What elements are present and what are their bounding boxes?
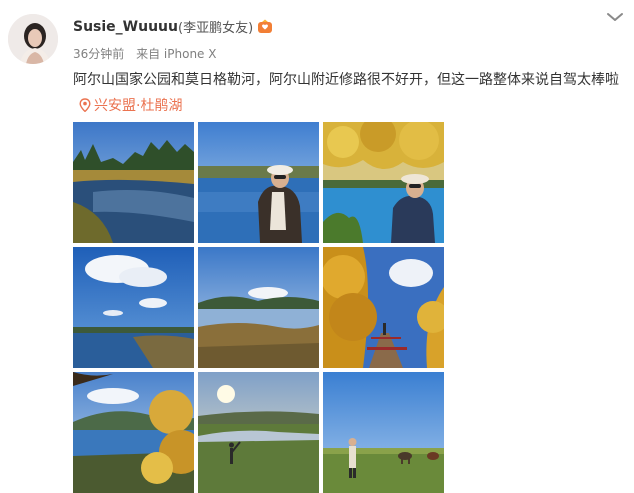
photo-2[interactable] [198,122,319,243]
post-header: Susie_Wuuuu (李亚鹏女友) [73,17,273,36]
chevron-down-icon[interactable] [604,8,626,26]
photo-4[interactable] [73,247,194,368]
post-body: 阿尔山国家公园和莫日格勒河，阿尔山附近修路很不好开，但这一路整体来说自驾太棒啦 [73,72,619,88]
avatar-image [8,14,58,64]
location-link[interactable]: 兴安盟·杜鹃湖 [79,98,182,114]
user-remark: (李亚鹏女友) [178,21,254,36]
photo-3[interactable] [323,122,444,243]
photo-8[interactable] [198,372,319,493]
fan-badge-icon[interactable] [257,19,273,35]
photo-5[interactable] [198,247,319,368]
location-label: 兴安盟·杜鹃湖 [94,98,183,114]
photo-6[interactable] [323,247,444,368]
photo-1[interactable] [73,122,194,243]
post-time[interactable]: 36分钟前 [73,47,124,61]
username[interactable]: Susie_Wuuuu [73,19,178,35]
post-meta: 36分钟前 来自 iPhone X [73,45,216,62]
post-text: 阿尔山国家公园和莫日格勒河，阿尔山附近修路很不好开，但这一路整体来说自驾太棒啦兴… [73,67,625,119]
post-source: 来自 iPhone X [136,47,217,61]
photo-9[interactable] [323,372,444,493]
photo-grid [73,122,445,493]
photo-7[interactable] [73,372,194,493]
avatar[interactable] [8,14,58,64]
location-pin-icon [79,98,91,113]
